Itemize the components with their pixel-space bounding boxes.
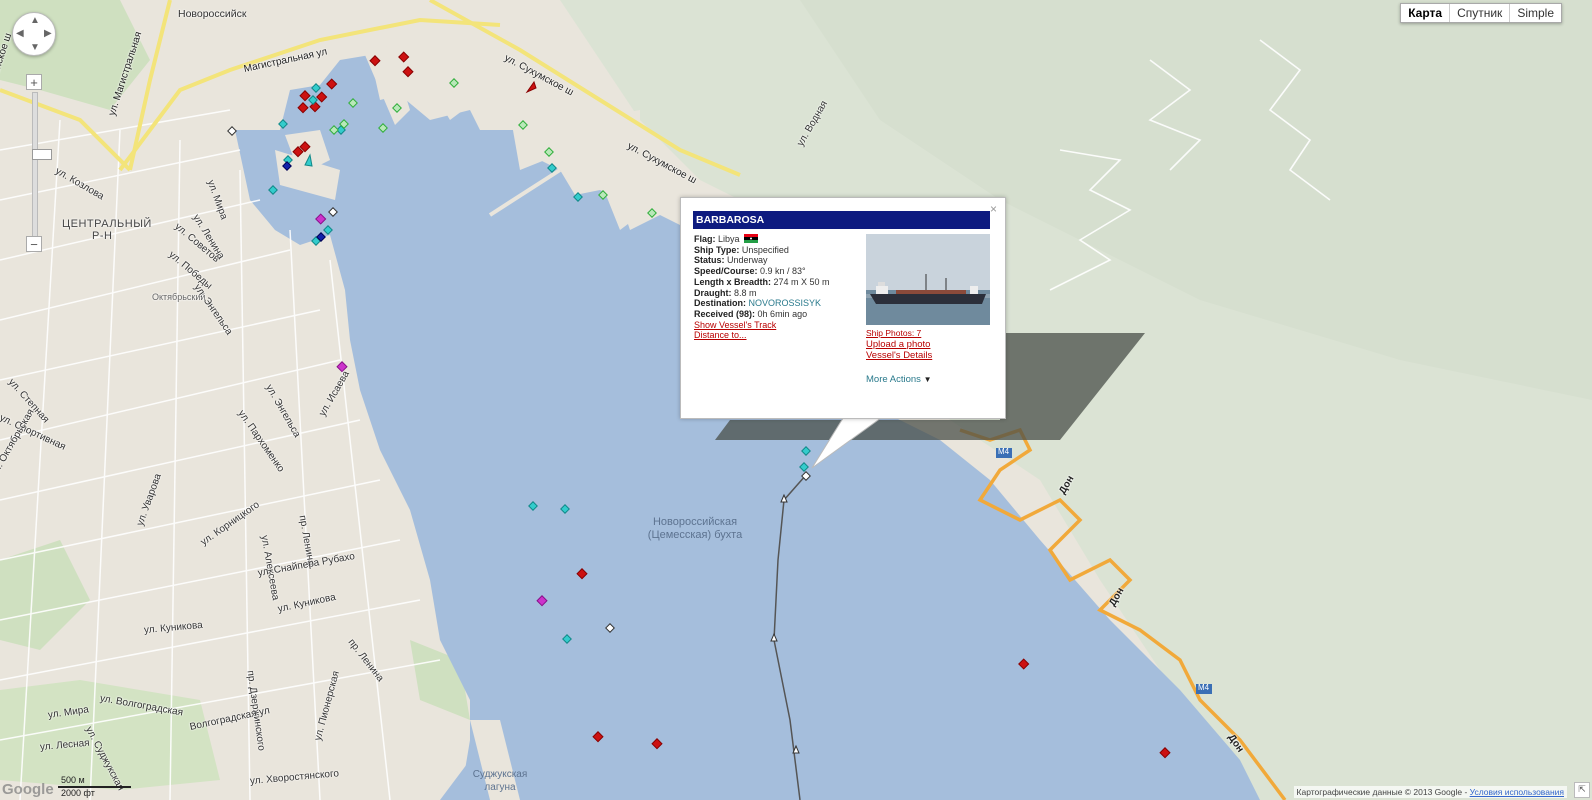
- more-actions-label: More Actions: [866, 374, 921, 385]
- destination-label: Destination:: [694, 298, 747, 309]
- map-type-satellite-button[interactable]: Спутник: [1449, 4, 1509, 22]
- speed-label: Speed/Course:: [694, 266, 758, 277]
- vessel-name: BARBAROSA: [693, 211, 990, 229]
- length-value: 274 m X 50 m: [773, 276, 830, 287]
- scale-bar: 500 м 2000 фт: [58, 775, 133, 799]
- ship-type-row: Ship Type: Unspecified: [694, 245, 864, 256]
- terms-of-use-link[interactable]: Условия использования: [1470, 787, 1564, 797]
- libya-flag-icon: [744, 234, 759, 243]
- ship-type-label: Ship Type:: [694, 244, 740, 255]
- map-type-control: Карта Спутник Simple: [1400, 3, 1562, 23]
- flag-label: Flag:: [694, 234, 716, 244]
- city-label: Новороссийск: [178, 8, 247, 20]
- pan-right-icon[interactable]: ▶: [44, 28, 52, 39]
- ship-type-value: Unspecified: [741, 244, 789, 255]
- length-label: Length x Breadth:: [694, 276, 772, 287]
- vessel-details: Flag: Libya Ship Type: Unspecified Statu…: [694, 234, 864, 341]
- draught-label: Draught:: [694, 287, 732, 298]
- close-icon[interactable]: ×: [990, 202, 997, 216]
- chevron-down-icon: ▼: [923, 375, 932, 384]
- speed-row: Speed/Course: 0.9 kn / 83°: [694, 266, 864, 277]
- status-row: Status: Underway: [694, 255, 864, 266]
- zoom-out-button[interactable]: −: [26, 236, 42, 252]
- bay-label-line2: (Цемесская) бухта: [647, 529, 743, 541]
- zoom-slider-handle[interactable]: [32, 149, 52, 160]
- district-label: Р-Н: [92, 230, 113, 242]
- vessel-photo[interactable]: [866, 234, 990, 325]
- received-row: Received (98): 0h 6min ago: [694, 309, 864, 320]
- highway-shield-label: M4: [998, 447, 1010, 456]
- scale-metric: 500 м: [61, 775, 85, 785]
- ship-photos-link[interactable]: Ship Photos: 7: [866, 328, 932, 339]
- pan-down-icon[interactable]: ▼: [30, 42, 40, 53]
- speed-value: 0.9 kn / 83°: [760, 266, 806, 277]
- length-row: Length x Breadth: 274 m X 50 m: [694, 277, 864, 288]
- zoom-slider-track[interactable]: [32, 92, 52, 238]
- draught-value: 8.8 m: [734, 287, 757, 298]
- received-label: Received (98):: [694, 308, 756, 319]
- scale-imperial: 2000 фт: [61, 788, 95, 798]
- vessel-info-popup: × BARBAROSA Flag: Libya Ship Type: Unspe…: [680, 197, 1006, 419]
- flag-row: Flag: Libya: [694, 234, 864, 245]
- photo-links: Ship Photos: 7 Upload a photo Vessel's D…: [866, 328, 932, 361]
- map-type-simple-button[interactable]: Simple: [1509, 4, 1561, 22]
- google-logo[interactable]: Google: [2, 781, 54, 798]
- lagoon-label-line2: лагуна: [484, 782, 516, 793]
- draught-row: Draught: 8.8 m: [694, 288, 864, 299]
- distance-link[interactable]: Distance to...: [694, 330, 864, 341]
- expand-icon[interactable]: ⇱: [1574, 782, 1590, 798]
- lagoon-label: Суджукская лагуна: [460, 768, 540, 794]
- upload-photo-link[interactable]: Upload a photo: [866, 339, 932, 350]
- bay-label-line1: Новороссийская: [652, 516, 738, 528]
- attribution-text: Картографические данные © 2013 Google -: [1296, 787, 1470, 797]
- district-label: ЦЕНТРАЛЬНЫЙ: [62, 218, 152, 230]
- destination-value: NOVOROSSISYK: [748, 298, 822, 309]
- highway-shield-label: M4: [1198, 683, 1210, 692]
- map-type-map-button[interactable]: Карта: [1401, 4, 1449, 22]
- status-label: Status:: [694, 255, 725, 266]
- pan-control[interactable]: ▲ ▼ ◀ ▶: [12, 12, 56, 56]
- status-value: Underway: [727, 255, 768, 266]
- pan-left-icon[interactable]: ◀: [16, 28, 24, 39]
- zoom-control: + −: [26, 74, 52, 252]
- more-actions-dropdown[interactable]: More Actions ▼: [866, 374, 931, 385]
- received-value: 0h 6min ago: [757, 308, 808, 319]
- lagoon-label-line1: Суджукская: [472, 769, 528, 780]
- show-track-link[interactable]: Show Vessel's Track: [694, 320, 864, 331]
- destination-row: Destination: NOVOROSSISYK: [694, 298, 864, 309]
- zoom-in-button[interactable]: +: [26, 74, 42, 90]
- pan-up-icon[interactable]: ▲: [30, 15, 40, 26]
- vessel-details-link[interactable]: Vessel's Details: [866, 350, 932, 361]
- map-attribution: Картографические данные © 2013 Google - …: [1293, 786, 1567, 798]
- bay-label: Новороссийская (Цемесская) бухта: [640, 516, 750, 542]
- flag-value: Libya: [718, 234, 740, 244]
